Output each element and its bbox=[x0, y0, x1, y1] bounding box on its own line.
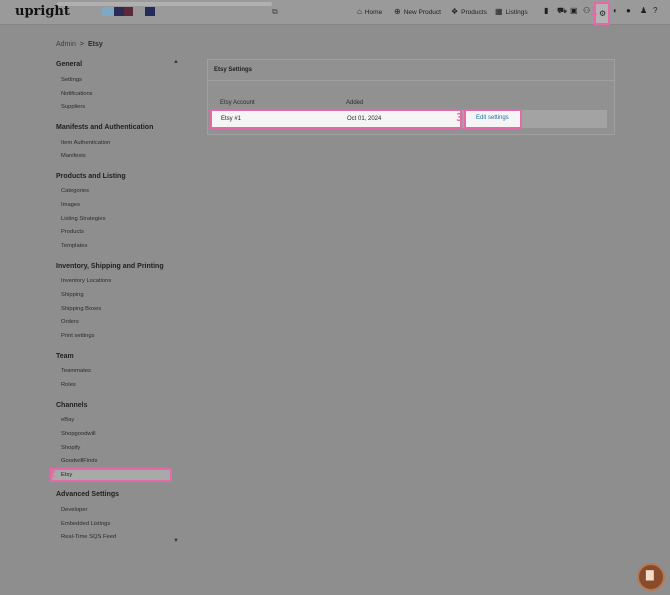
color-swatch-dark-blue bbox=[145, 7, 155, 16]
cell-account: Etsy #1 bbox=[221, 116, 242, 122]
sidebar-item-shopgoodwill[interactable]: Shopgoodwill bbox=[61, 431, 95, 437]
edit-settings-button[interactable]: Edit settings bbox=[464, 109, 522, 129]
sidebar-item-developer[interactable]: Developer bbox=[61, 507, 87, 513]
admin-sidebar: ▲ General Settings Notifications Supplie… bbox=[50, 57, 180, 547]
color-swatch-maroon bbox=[124, 7, 133, 16]
sidebar-item-shipping[interactable]: Shipping bbox=[61, 292, 84, 298]
nav-new-product[interactable]: ⊕ New Product bbox=[394, 8, 441, 16]
sidebar-item-item-authentication[interactable]: Item Authentication bbox=[61, 140, 110, 146]
sidebar-item-listing-strategies[interactable]: Listing Strategies bbox=[61, 216, 105, 222]
nav-products-label: Products bbox=[461, 8, 487, 16]
sidebar-item-ebay[interactable]: eBay bbox=[61, 417, 74, 423]
address-bar bbox=[57, 2, 272, 6]
nav-listings-label: Listings bbox=[505, 8, 528, 16]
table-row: Etsy #1 Oct 01, 2024 Edit settings bbox=[210, 109, 607, 129]
nav-products[interactable]: ❖ Products bbox=[451, 8, 487, 16]
panel-header: Etsy Settings bbox=[208, 60, 614, 81]
sidebar-item-settings[interactable]: Settings bbox=[61, 77, 82, 83]
nav-home-label: Home bbox=[364, 8, 383, 16]
account-row-highlight: Etsy #1 Oct 01, 2024 bbox=[210, 109, 462, 129]
section-manifests: Manifests and Authentication bbox=[56, 124, 154, 131]
sidebar-item-etsy-label: Etsy bbox=[61, 472, 73, 478]
plus-circle-icon: ⊕ bbox=[394, 7, 401, 16]
breadcrumb-separator: > bbox=[79, 41, 84, 48]
sidebar-item-etsy[interactable]: Etsy bbox=[50, 468, 172, 482]
top-bar: upright ⧉ ⌂ Home ⊕ New Product ❖ Product… bbox=[0, 0, 670, 25]
edit-settings-link[interactable]: Edit settings bbox=[476, 115, 509, 121]
sidebar-item-goodwillfinds[interactable]: GoodwillFinds bbox=[61, 458, 97, 464]
callout-2: 2 bbox=[48, 467, 56, 480]
sidebar-item-shipping-boxes[interactable]: Shipping Boxes bbox=[61, 306, 101, 312]
grid-icon: ▦ bbox=[495, 7, 503, 16]
cart-icon[interactable]: ⛟ bbox=[557, 7, 567, 15]
breadcrumb-admin[interactable]: Admin bbox=[56, 41, 76, 48]
section-advanced: Advanced Settings bbox=[56, 491, 120, 498]
sidebar-item-shopify[interactable]: Shopify bbox=[61, 445, 80, 451]
help-icon[interactable]: ? bbox=[653, 7, 657, 15]
section-channels: Channels bbox=[56, 402, 88, 409]
chat-icon: ▇ bbox=[646, 570, 654, 581]
nav-home[interactable]: ⌂ Home bbox=[357, 8, 382, 16]
callout-3: 3 bbox=[456, 111, 464, 124]
sidebar-item-notifications[interactable]: Notifications bbox=[61, 91, 93, 97]
bell-icon[interactable]: ♟ bbox=[640, 7, 647, 15]
sidebar-item-images[interactable]: Images bbox=[61, 202, 80, 208]
sidebar-item-templates[interactable]: Templates bbox=[61, 243, 87, 249]
clipboard-icon[interactable]: ▮ bbox=[544, 7, 548, 15]
sidebar-item-orders[interactable]: Orders bbox=[61, 319, 79, 325]
sidebar-item-manifests[interactable]: Manifests bbox=[61, 153, 86, 159]
section-team: Team bbox=[56, 353, 74, 360]
sidebar-item-products[interactable]: Products bbox=[61, 229, 84, 235]
callout-1: 1 bbox=[590, 5, 598, 18]
store-icon[interactable]: ▣ bbox=[570, 7, 578, 15]
external-link-icon[interactable]: ⧉ bbox=[272, 7, 278, 17]
panel-title: Etsy Settings bbox=[214, 67, 253, 73]
nav-new-product-label: New Product bbox=[403, 8, 441, 16]
etsy-settings-panel: Etsy Settings Etsy Account Added Etsy #1… bbox=[207, 59, 615, 135]
sidebar-item-suppliers[interactable]: Suppliers bbox=[61, 104, 85, 110]
sidebar-item-inventory-locations[interactable]: Inventory Locations bbox=[61, 278, 111, 284]
scroll-down-icon[interactable]: ▼ bbox=[173, 538, 179, 544]
home-icon: ⌂ bbox=[357, 7, 362, 16]
globe-icon[interactable]: ◐ bbox=[613, 7, 618, 15]
sidebar-item-embedded-listings[interactable]: Embedded Listings bbox=[61, 521, 110, 527]
section-inventory: Inventory, Shipping and Printing bbox=[56, 263, 164, 270]
sidebar-item-categories[interactable]: Categories bbox=[61, 188, 89, 194]
avatar-icon[interactable]: ● bbox=[626, 7, 631, 15]
color-swatch-navy bbox=[114, 7, 124, 16]
box-icon: ❖ bbox=[451, 7, 459, 16]
settings-icon: ⚙ bbox=[599, 9, 607, 18]
section-products-listing: Products and Listing bbox=[56, 173, 126, 180]
breadcrumb: Admin > Etsy bbox=[56, 41, 103, 48]
chat-button[interactable]: ▇ bbox=[637, 563, 665, 591]
section-general: General bbox=[56, 61, 83, 68]
app-logo[interactable]: upright bbox=[15, 4, 70, 19]
column-etsy-account: Etsy Account bbox=[220, 100, 255, 106]
column-added: Added bbox=[346, 100, 364, 106]
breadcrumb-current: Etsy bbox=[87, 41, 103, 48]
nav-listings[interactable]: ▦ Listings bbox=[495, 8, 528, 16]
scroll-up-icon[interactable]: ▲ bbox=[173, 59, 179, 65]
color-swatch-light-blue bbox=[102, 7, 114, 16]
cell-added: Oct 01, 2024 bbox=[347, 116, 382, 122]
sidebar-item-teammates[interactable]: Teammates bbox=[61, 368, 91, 374]
sidebar-item-real-time-sqs-feed[interactable]: Real-Time SQS Feed bbox=[61, 534, 116, 540]
sidebar-item-print-settings[interactable]: Print settings bbox=[61, 333, 95, 339]
sidebar-item-roles[interactable]: Roles bbox=[61, 382, 76, 388]
